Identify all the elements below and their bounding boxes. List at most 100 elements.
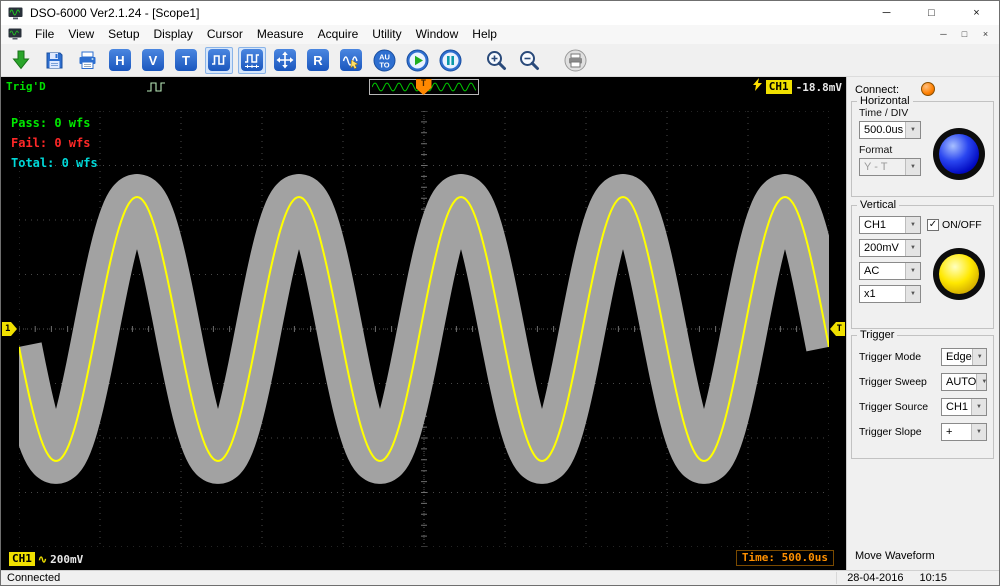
fail-count: Fail: 0 wfs xyxy=(11,133,98,153)
select-value: Edge xyxy=(942,351,972,363)
menu-display[interactable]: Display xyxy=(147,25,200,44)
trigger-group-title: Trigger xyxy=(857,329,897,341)
waveform-display-button[interactable] xyxy=(205,47,233,74)
title-bar: DSO-6000 Ver2.1.24 - [Scope1] ─ □ × xyxy=(1,1,999,25)
coupling-select[interactable]: AC ▼ xyxy=(859,262,921,280)
app-window: DSO-6000 Ver2.1.24 - [Scope1] ─ □ × File… xyxy=(0,0,1000,586)
onoff-label: ON/OFF xyxy=(942,219,982,231)
mdi-close-button[interactable]: × xyxy=(975,26,996,43)
horizontal-knob[interactable] xyxy=(933,128,985,180)
trigger-sweep-select[interactable]: AUTO▼ xyxy=(941,373,987,391)
probe-select[interactable]: x1 ▼ xyxy=(859,285,921,303)
letter-icon: T xyxy=(175,49,197,71)
trigger-row: Trigger Sweep AUTO▼ xyxy=(859,373,987,391)
menu-window[interactable]: Window xyxy=(409,25,466,44)
channel-row: CH1 ▼ ✓ ON/OFF xyxy=(852,216,993,234)
square-wave-icon xyxy=(208,49,230,71)
display-fit-button[interactable] xyxy=(271,47,299,74)
chevron-down-icon: ▼ xyxy=(905,240,920,256)
trigger-row-label: Trigger Sweep xyxy=(859,376,927,388)
pass-fail-button[interactable] xyxy=(238,47,266,74)
maximize-button[interactable]: □ xyxy=(909,1,954,25)
horizontal-setup-button[interactable]: H xyxy=(106,47,134,74)
scope-canvas xyxy=(19,111,829,547)
status-time: 10:15 xyxy=(919,572,947,584)
toolbar: HVT R AUTO xyxy=(1,44,999,77)
menu-view[interactable]: View xyxy=(61,25,101,44)
scale-select[interactable]: 200mV ▼ xyxy=(859,239,921,257)
status-datetime: 28-04-2016 10:15 xyxy=(836,572,947,584)
trigger-mode-select[interactable]: Edge▼ xyxy=(941,348,987,366)
channel-badge: CH1 xyxy=(9,552,35,566)
menu-help[interactable]: Help xyxy=(465,25,504,44)
zoom-out-icon xyxy=(518,49,541,72)
menu-cursor[interactable]: Cursor xyxy=(200,25,250,44)
cross-arrows-icon xyxy=(274,49,296,71)
time-div-label: Time / DIV xyxy=(859,107,993,119)
channel-readout: CH1 ∿ 200mV xyxy=(9,552,83,566)
vertical-setup-button[interactable]: V xyxy=(139,47,167,74)
chevron-down-icon: ▼ xyxy=(905,159,920,175)
menu-file[interactable]: File xyxy=(28,25,61,44)
cursor-measure-button[interactable] xyxy=(337,47,365,74)
scale-value: 200mV xyxy=(860,242,905,254)
save-button[interactable] xyxy=(40,47,68,74)
printer-icon xyxy=(77,50,98,71)
timebase-readout: Time: 500.0us xyxy=(736,550,834,566)
menu-measure[interactable]: Measure xyxy=(250,25,311,44)
svg-text:TO: TO xyxy=(379,60,389,69)
zoom-in-button[interactable] xyxy=(482,47,510,74)
minimize-button[interactable]: ─ xyxy=(864,1,909,25)
time-div-value: 500.0us xyxy=(860,124,905,136)
coupling-value: AC xyxy=(860,265,905,277)
menu-utility[interactable]: Utility xyxy=(365,25,408,44)
trigger-source-select[interactable]: CH1▼ xyxy=(941,398,987,416)
mdi-window-controls: ─ □ × xyxy=(933,26,996,43)
auto-set-button[interactable]: AUTO xyxy=(370,47,398,74)
vertical-knob[interactable] xyxy=(933,248,985,300)
mdi-minimize-button[interactable]: ─ xyxy=(933,26,954,43)
mdi-restore-button[interactable]: □ xyxy=(954,26,975,43)
vertical-group-title: Vertical xyxy=(857,199,899,211)
window-title: DSO-6000 Ver2.1.24 - [Scope1] xyxy=(30,6,199,20)
trigger-rows: Trigger ModeEdge▼Trigger SweepAUTO▼Trigg… xyxy=(852,348,993,441)
chevron-down-icon: ▼ xyxy=(971,399,986,415)
close-button[interactable]: × xyxy=(954,1,999,25)
channel-onoff-checkbox[interactable]: ✓ ON/OFF xyxy=(927,219,982,231)
refresh-button[interactable]: R xyxy=(304,47,332,74)
menu-acquire[interactable]: Acquire xyxy=(311,25,366,44)
menu-setup[interactable]: Setup xyxy=(101,25,146,44)
channel-select[interactable]: CH1 ▼ xyxy=(859,216,921,234)
chevron-down-icon: ▼ xyxy=(972,349,987,365)
copy-screen-button[interactable] xyxy=(561,47,589,74)
menu-bar: FileViewSetupDisplayCursorMeasureAcquire… xyxy=(1,25,999,44)
ch1-level-marker[interactable]: 1 xyxy=(2,322,17,336)
vertical-group: Vertical CH1 ▼ ✓ ON/OFF 200mV ▼ A xyxy=(851,205,994,329)
trigger-row-label: Trigger Mode xyxy=(859,351,921,363)
probe-value: x1 xyxy=(860,288,905,300)
trigger-slope-select[interactable]: +▼ xyxy=(941,423,987,441)
auto-icon: AUTO xyxy=(373,49,396,72)
horizontal-group-title: Horizontal xyxy=(857,95,913,107)
run-button[interactable] xyxy=(403,47,431,74)
screen-print-icon xyxy=(564,49,587,72)
connect-device-button[interactable] xyxy=(7,47,35,74)
pass-count: Pass: 0 wfs xyxy=(11,113,98,133)
mask-stats: Pass: 0 wfs Fail: 0 wfs Total: 0 wfs xyxy=(11,113,98,173)
zoom-out-button[interactable] xyxy=(515,47,543,74)
green-arrow-icon xyxy=(10,49,32,71)
control-panel: Connect: Horizontal Time / DIV 500.0us ▼… xyxy=(846,77,999,570)
time-div-select[interactable]: 500.0us ▼ xyxy=(859,121,921,139)
trigger-row-label: Trigger Slope xyxy=(859,426,922,438)
main-area: Trig'D T CH1 -18.8mV xyxy=(1,77,999,570)
trigger-level-marker[interactable]: T xyxy=(830,322,845,336)
print-button[interactable] xyxy=(73,47,101,74)
trigger-setup-button[interactable]: T xyxy=(172,47,200,74)
pause-button[interactable] xyxy=(436,47,464,74)
chevron-down-icon: ▼ xyxy=(976,374,987,390)
scope-display[interactable]: Pass: 0 wfs Fail: 0 wfs Total: 0 wfs 1 T… xyxy=(1,97,846,570)
chevron-down-icon: ▼ xyxy=(905,286,920,302)
horizontal-group: Horizontal Time / DIV 500.0us ▼ Format Y… xyxy=(851,101,994,197)
trigger-status: Trig'D xyxy=(6,80,46,93)
connect-indicator[interactable] xyxy=(921,82,935,96)
